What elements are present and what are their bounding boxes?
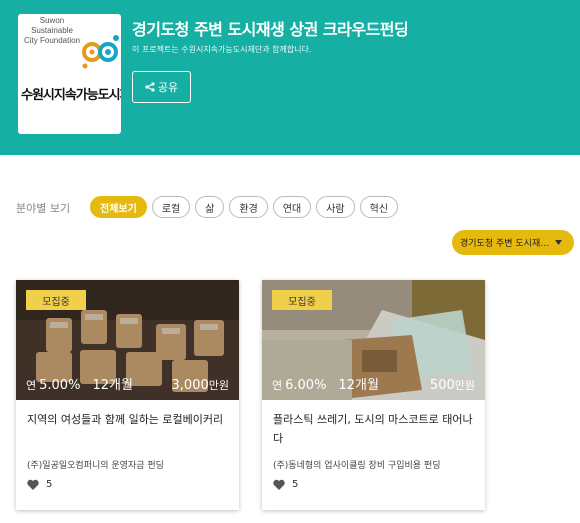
project-card[interactable]: 모집중 연 5.00% 12개월 3,000 만원 지역의 여성들과 함께 일하… [16,280,239,510]
page-title: 경기도청 주변 도시재생 상권 크라우드펀딩 [132,20,409,39]
chip-innovation[interactable]: 혁신 [359,196,399,218]
chevron-down-icon [555,240,563,245]
foundation-logo: Suwon Sustainable City Foundation 수원시지속가… [18,14,121,134]
heart-icon [273,479,285,490]
project-image: 모집중 연 5.00% 12개월 3,000 만원 [16,280,239,400]
funding-stats: 연 5.00% 12개월 3,000 만원 [26,374,229,393]
funding-stats: 연 6.00% 12개월 500 만원 [272,374,475,393]
logo-text-en: Suwon Sustainable City Foundation [23,16,81,45]
filter-label: 분야별 보기 [16,202,71,215]
funding-amount: 3,000 [171,378,209,393]
heart-icon [27,479,39,490]
like-count-value: 5 [46,479,53,490]
project-title: 지역의 여성들과 함께 일하는 로컬베이커리 [27,413,224,426]
chip-solidarity[interactable]: 연대 [272,196,312,218]
chip-all[interactable]: 전체보기 [90,196,147,218]
like-count-value: 5 [292,479,299,490]
amount-unit: 만원 [454,379,475,392]
rate-prefix: 연 [26,379,37,392]
funding-term: 12개월 [338,378,379,393]
like-count[interactable]: 5 [273,479,298,490]
interest-rate: 5.00% [39,378,81,393]
logo-text-kr: 수원시지속가능도시재단 [21,88,121,103]
status-badge: 모집중 [26,290,86,310]
chip-life[interactable]: 삶 [195,196,225,218]
project-title: 플라스틱 쓰레기, 도시의 마스코트로 태어나다 [273,413,473,445]
logo-mark-icon [82,35,119,69]
project-header: Suwon Sustainable City Foundation 수원시지속가… [0,0,580,155]
funding-term: 12개월 [92,378,133,393]
page-subtitle: 이 프로젝트는 수원시지속가능도시재단과 함께합니다. [132,45,312,54]
category-filter: 전체보기 로컬 삶 환경 연대 사람 혁신 [90,196,399,218]
chip-local[interactable]: 로컬 [151,196,191,218]
funding-amount: 500 [429,378,455,393]
chip-environment[interactable]: 환경 [229,196,268,218]
region-select[interactable]: 경기도청 주변 도시재… [452,230,574,255]
status-badge: 모집중 [272,290,332,310]
share-label: 공유 [157,81,179,94]
project-card[interactable]: 모집중 연 6.00% 12개월 500 만원 플라스틱 쓰레기, 도시의 마스… [262,280,485,510]
project-description: (주)동네형의 업사이클링 장비 구입비용 펀딩 [273,461,441,471]
share-icon [145,82,155,92]
rate-prefix: 연 [272,379,283,392]
amount-unit: 만원 [208,379,229,392]
interest-rate: 6.00% [285,378,327,393]
project-image: 모집중 연 6.00% 12개월 500 만원 [262,280,485,400]
chip-people[interactable]: 사람 [316,196,355,218]
project-description: (주)일공일오컴퍼니의 운영자금 펀딩 [27,461,164,471]
region-select-value: 경기도청 주변 도시재… [460,239,550,249]
share-button[interactable]: 공유 [132,71,191,103]
like-count[interactable]: 5 [27,479,52,490]
